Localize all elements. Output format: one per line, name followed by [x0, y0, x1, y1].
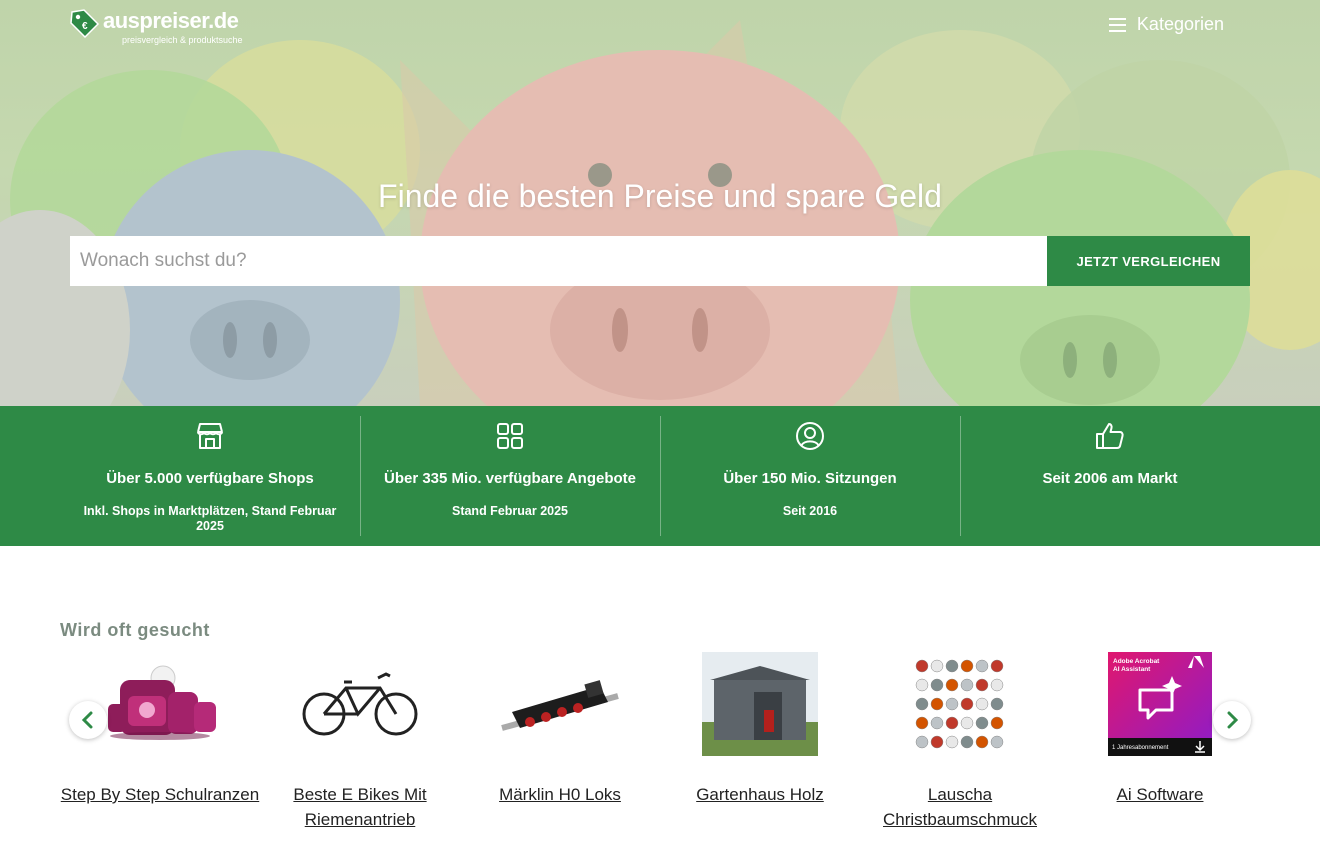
hamburger-menu-icon — [1108, 17, 1126, 32]
popular-section-title: Wird oft gesucht — [60, 620, 210, 640]
hero-banner: € auspreiser.de preisvergleich & produkt… — [0, 0, 1320, 406]
carousel-item-label[interactable]: Lauscha Christbaumschmuck — [860, 782, 1060, 832]
carousel-item-label[interactable]: Step By Step Schulranzen — [60, 782, 260, 807]
product-image — [702, 652, 818, 756]
carousel-next-button[interactable] — [1213, 701, 1251, 739]
store-icon — [197, 423, 223, 449]
carousel-item[interactable]: Beste E Bikes Mit Riemenantrieb — [260, 650, 460, 832]
stat-market: Seit 2006 am Markt — [960, 406, 1260, 546]
svg-text:Adobe Acrobat: Adobe Acrobat — [1113, 658, 1160, 665]
chevron-left-icon — [81, 711, 93, 729]
carousel-item-label[interactable]: Ai Software — [1060, 782, 1260, 807]
carousel-prev-button[interactable] — [69, 701, 107, 739]
product-image — [300, 652, 420, 756]
stat-subtitle: Stand Februar 2025 — [451, 504, 568, 518]
product-image: Adobe Acrobat AI Assistant 1 Jahresabonn… — [1108, 652, 1212, 756]
user-circle-icon — [796, 422, 824, 450]
carousel-item-label[interactable]: Gartenhaus Holz — [660, 782, 860, 807]
stat-sessions: Über 150 Mio. Sitzungen Seit 2016 — [660, 406, 960, 546]
carousel-item-label[interactable]: Märklin H0 Loks — [460, 782, 660, 807]
price-tag-logo-icon: € — [70, 9, 100, 38]
carousel-item-label[interactable]: Beste E Bikes Mit Riemenantrieb — [260, 782, 460, 832]
carousel-item[interactable]: Gartenhaus Holz — [660, 650, 860, 807]
product-image — [100, 652, 220, 756]
brand-tagline: preisvergleich & produktsuche — [122, 35, 243, 45]
brand-name: auspreiser.de — [103, 8, 239, 33]
product-image — [500, 652, 620, 756]
stat-title: Seit 2006 am Markt — [1042, 470, 1178, 487]
stats-bar: Über 5.000 verfügbare Shops Inkl. Shops … — [0, 406, 1320, 546]
svg-text:AI Assistant: AI Assistant — [1113, 666, 1151, 673]
svg-text:1 Jahresabonnement: 1 Jahresabonnement — [1112, 745, 1169, 751]
stat-shops: Über 5.000 verfügbare Shops Inkl. Shops … — [60, 406, 360, 546]
chevron-right-icon — [1227, 711, 1239, 729]
categories-menu-button[interactable]: Kategorien — [1108, 14, 1224, 35]
stat-subtitle: Seit 2016 — [782, 504, 838, 518]
stat-offers: Über 335 Mio. verfügbare Angebote Stand … — [360, 406, 660, 546]
search-input[interactable] — [70, 236, 1047, 286]
product-image — [900, 652, 1020, 756]
stat-subtitle: Inkl. Shops in Marktplätzen, Stand Febru… — [83, 504, 337, 533]
carousel-item[interactable]: Lauscha Christbaumschmuck — [860, 650, 1060, 832]
stat-title: Über 335 Mio. verfügbare Angebote — [384, 470, 636, 487]
ornaments-image — [915, 659, 1004, 749]
popular-carousel: Step By Step Schulranzen Beste E Bikes M… — [60, 650, 1260, 850]
compare-search-button[interactable]: JETZT VERGLEICHEN — [1047, 236, 1250, 286]
carousel-item[interactable]: Märklin H0 Loks — [460, 650, 660, 807]
grid-icon — [497, 423, 523, 449]
stat-title: Über 150 Mio. Sitzungen — [723, 470, 897, 487]
hero-title: Finde die besten Preise und spare Geld — [378, 178, 942, 214]
search-bar: JETZT VERGLEICHEN — [70, 236, 1250, 286]
brand-tld: .de — [208, 8, 239, 33]
thumbs-up-icon — [1096, 423, 1124, 449]
svg-text:€: € — [82, 21, 88, 32]
categories-label: Kategorien — [1136, 14, 1224, 34]
stat-title: Über 5.000 verfügbare Shops — [106, 470, 314, 487]
